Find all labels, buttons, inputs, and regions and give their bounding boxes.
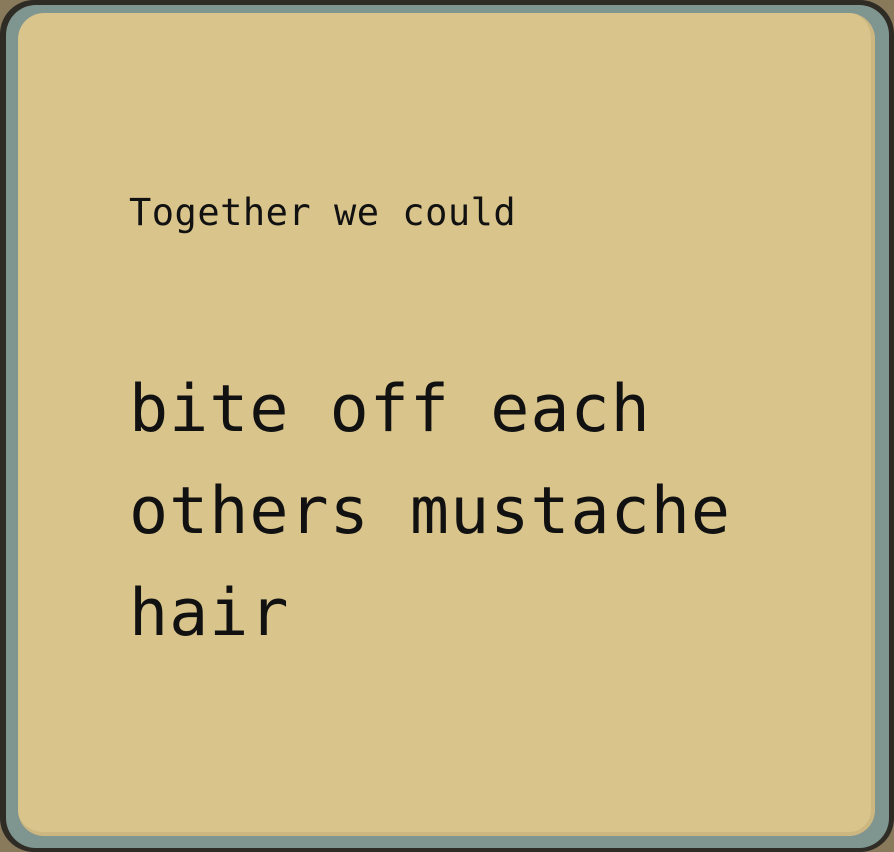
card-face: Together we could bite off each others m…: [18, 13, 875, 836]
card-rim: Together we could bite off each others m…: [6, 5, 889, 848]
card-frame[interactable]: Together we could bite off each others m…: [0, 0, 894, 852]
card-prompt: Together we could: [129, 191, 517, 234]
card-answer: bite off each others mustache hair: [129, 372, 731, 651]
